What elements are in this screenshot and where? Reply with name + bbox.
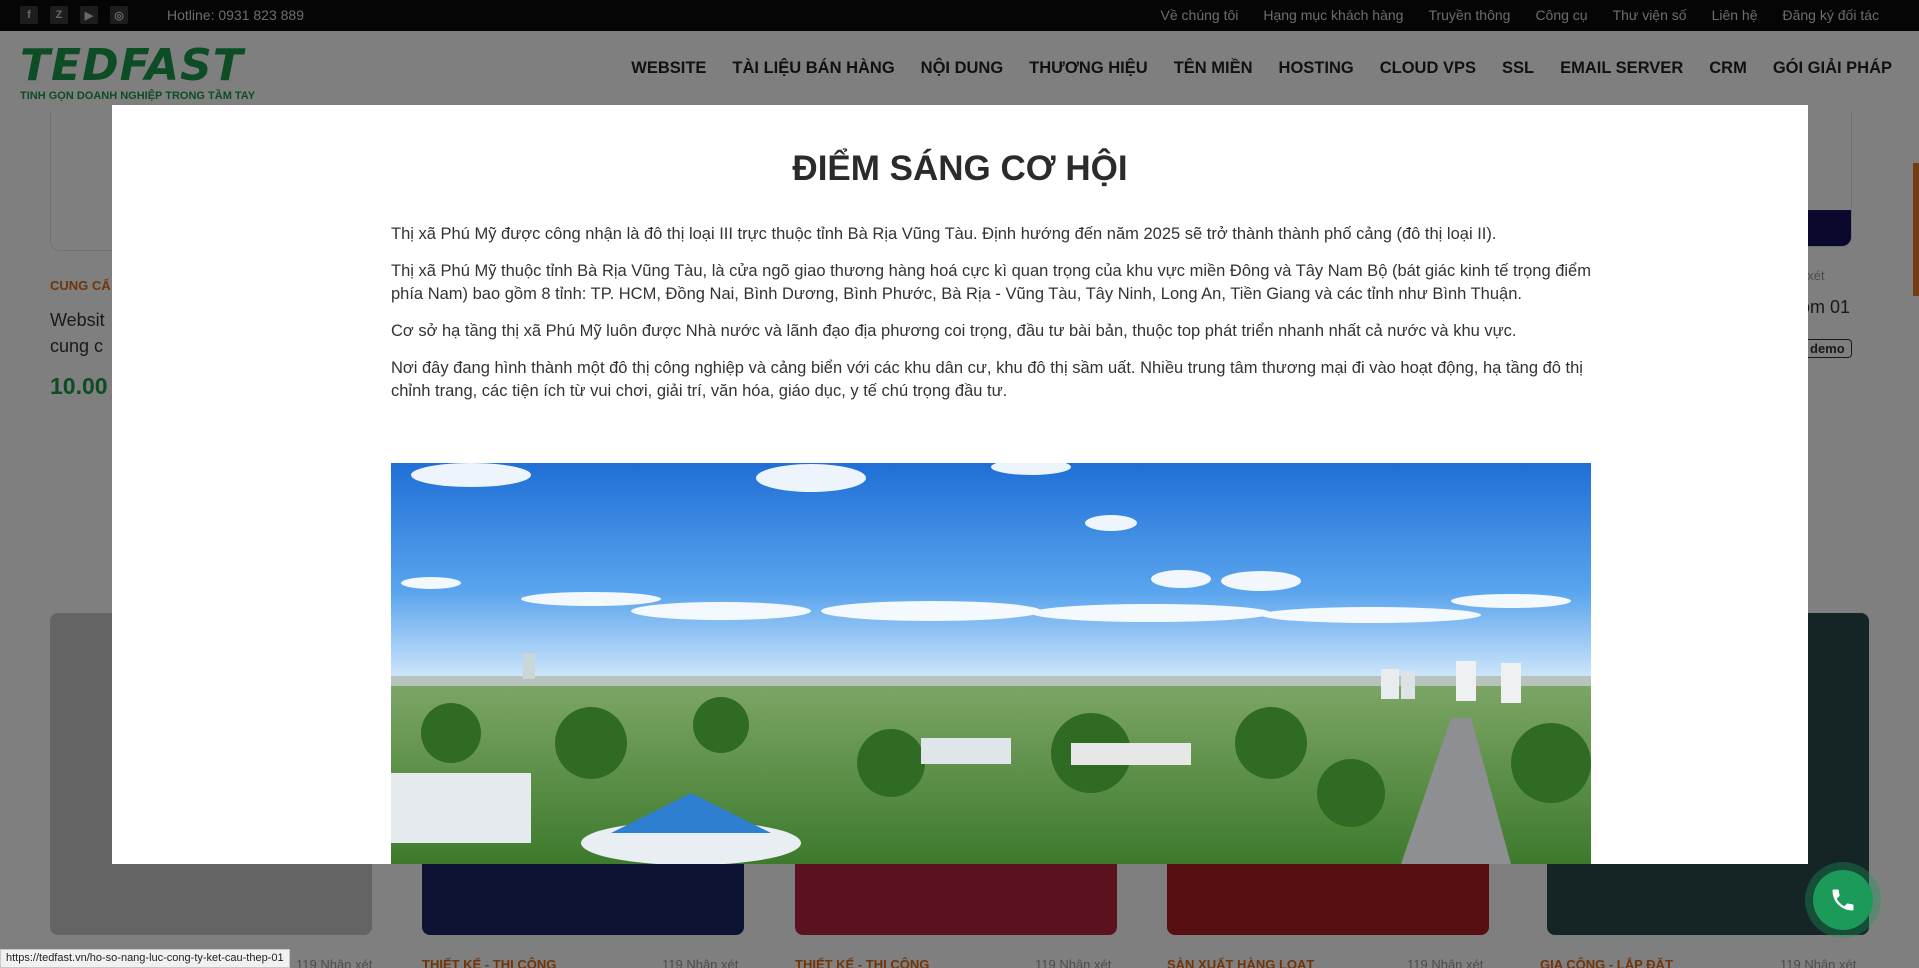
- modal-paragraph: Nơi đây đang hình thành một đô thị công …: [391, 359, 1583, 400]
- modal-paragraph: Thị xã Phú Mỹ thuộc tỉnh Bà Rịa Vũng Tàu…: [391, 262, 1591, 303]
- aerial-city-photo: [391, 463, 1591, 864]
- phone-button[interactable]: [1813, 870, 1873, 930]
- phone-icon: [1832, 889, 1854, 911]
- status-bar-url: https://tedfast.vn/ho-so-nang-luc-cong-t…: [0, 949, 290, 968]
- modal-body: Thị xã Phú Mỹ được công nhận là đô thị l…: [391, 223, 1591, 417]
- modal-paragraph: Cơ sở hạ tầng thị xã Phú Mỹ luôn được Nh…: [391, 322, 1517, 340]
- modal-paragraph: Thị xã Phú Mỹ được công nhận là đô thị l…: [391, 225, 1497, 243]
- modal-title: ĐIỂM SÁNG CƠ HỘI: [792, 149, 1128, 188]
- info-modal: ĐIỂM SÁNG CƠ HỘI Thị xã Phú Mỹ được công…: [112, 105, 1808, 864]
